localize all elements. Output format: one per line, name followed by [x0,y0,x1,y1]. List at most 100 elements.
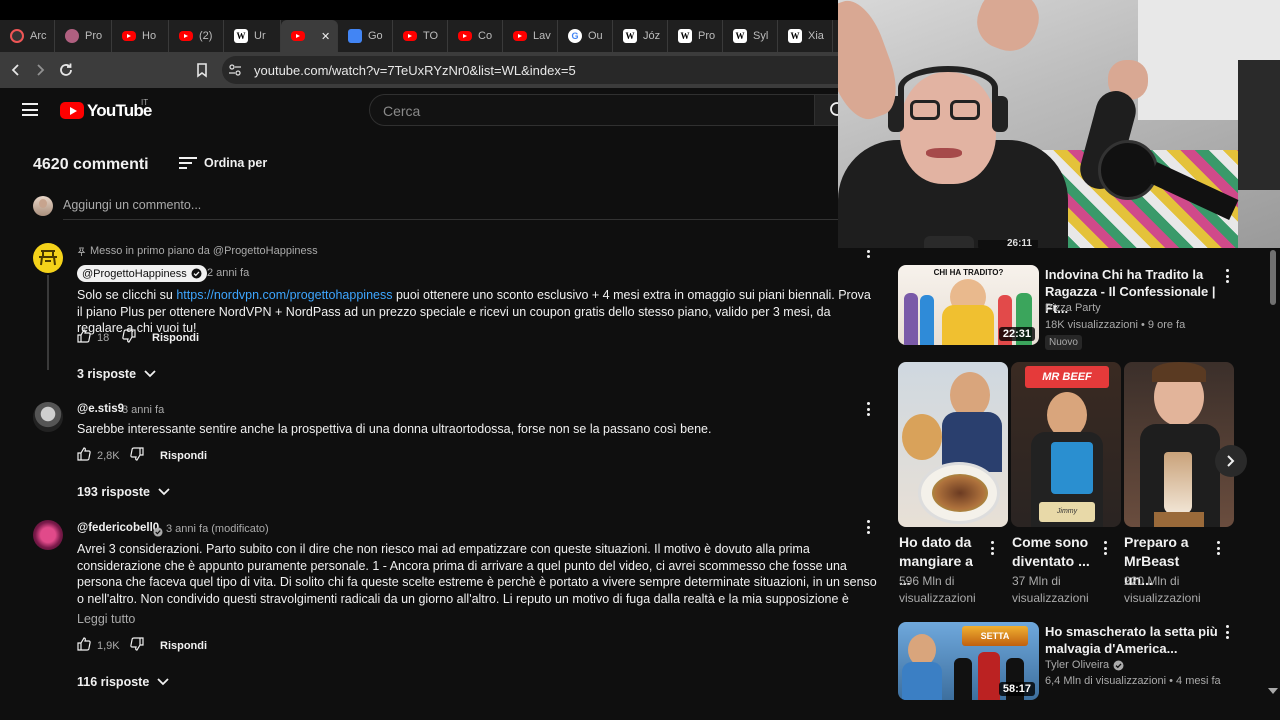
search-button[interactable] [815,94,844,126]
hamburger-menu-icon[interactable] [22,103,38,116]
avatar[interactable] [33,243,63,273]
chevron-right-icon [1227,455,1235,467]
close-tab-icon[interactable]: ✕ [321,30,330,43]
thumbnail-caption: SETTA [962,626,1028,646]
search-input[interactable] [369,94,815,126]
short-menu-icon[interactable] [1103,541,1107,555]
add-comment-input[interactable]: Aggiungi un commento... [63,198,201,212]
comment-time[interactable]: 3 anni fa [122,404,164,416]
browser-tab[interactable]: Pro [55,20,112,52]
forward-icon[interactable] [30,60,50,80]
sponsor-link[interactable]: https://nordvpn.com/progettohappiness [176,288,392,302]
tab-label: Pro [85,30,103,42]
comment-menu-icon[interactable] [866,520,870,534]
channel-name[interactable]: Tyler Oliveira [1045,657,1124,673]
browser-tab[interactable]: W Xia [778,20,833,52]
short-thumbnail[interactable] [898,362,1008,527]
dislike-icon[interactable] [130,637,144,654]
browser-tab[interactable]: Go [338,20,393,52]
short-views: 37 Mln di visualizzazioni [1012,574,1089,605]
window-top-strip [0,0,840,20]
tab-label: Józ [643,30,661,42]
wikipedia-favicon-icon: W [678,29,692,43]
short-views: 220 Mln di visualizzazioni [1124,574,1201,605]
read-more-link[interactable]: Leggi tutto [77,612,135,626]
thumbnail-label: Jimmy [1039,502,1095,522]
tab-label: Pro [698,30,716,42]
sort-button[interactable]: Ordina per [204,156,267,170]
chevron-down-icon [157,678,169,686]
sort-icon[interactable] [179,157,197,169]
browser-tab[interactable]: TO [393,20,448,52]
webcam-overlay [838,0,1280,248]
dislike-icon[interactable] [130,447,144,464]
user-avatar [33,196,53,216]
add-comment-underline [63,219,840,220]
comment-text: Avrei 3 considerazioni. Parto subito con… [77,542,877,606]
bookmark-icon[interactable] [192,60,212,80]
video-menu-icon[interactable] [1225,625,1229,639]
pin-icon [77,246,86,256]
youtube-logo-icon[interactable] [60,102,84,119]
comment-time[interactable]: 3 anni fa (modificato) [166,523,269,535]
browser-tab[interactable]: G Ou [558,20,613,52]
site-info-icon[interactable] [225,60,245,80]
tab-label: Ur [254,30,266,42]
comment-menu-icon[interactable] [866,402,870,416]
video-thumbnail[interactable]: SETTA 58:17 [898,622,1039,700]
comment-time[interactable]: 2 anni fa [207,267,249,279]
channel-name[interactable]: Pizza Party [1045,300,1101,316]
replies-toggle[interactable]: 116 risposte [77,675,169,689]
youtube-favicon-icon [122,31,136,41]
avatar[interactable] [33,402,63,432]
video-title[interactable]: Ho smascherato la setta più malvagia d'A… [1045,623,1220,657]
replies-toggle[interactable]: 3 risposte [77,367,156,381]
scroll-down-arrow-icon[interactable] [1268,688,1278,694]
reply-button[interactable]: Rispondi [152,332,199,344]
video-thumbnail[interactable]: CHI HA TRADITO? 22:31 [898,265,1039,345]
comment-actions: 2,8K Rispondi [77,447,207,464]
video-duration: 22:31 [998,327,1035,341]
browser-tab[interactable]: Ho [112,20,169,52]
short-views: 596 Mln di visualizzazioni [899,574,976,605]
browser-tab[interactable]: (2) [169,20,224,52]
short-thumbnail[interactable] [1124,362,1234,527]
comment-author[interactable]: @e.stis9 [77,403,124,415]
short-menu-icon[interactable] [990,541,994,555]
wikipedia-favicon-icon: W [623,29,637,43]
short-menu-icon[interactable] [1216,541,1220,555]
browser-tab[interactable]: W Pro [668,20,723,52]
like-icon[interactable] [77,447,91,464]
comment-author[interactable]: @federicobell0 [77,522,159,534]
thumbnail-sign: MR BEEF [1025,366,1109,388]
browser-tab[interactable]: Co [448,20,503,52]
browser-tab[interactable]: W Ur [224,20,281,52]
like-icon[interactable] [77,637,91,654]
browser-tab[interactable]: Lav [503,20,558,52]
youtube-favicon-icon [179,31,193,41]
wikipedia-favicon-icon: W [788,29,802,43]
region-code: IT [141,98,149,107]
browser-tab[interactable]: W Syl [723,20,778,52]
browser-tab[interactable]: ✕ [281,20,338,52]
avatar[interactable] [33,520,63,550]
video-stats: 18K visualizzazioni • 9 ore fa [1045,319,1186,331]
reply-button[interactable]: Rispondi [160,450,207,462]
comment-count: 4620 commenti [33,156,149,173]
scrollbar-thumb[interactable] [1270,250,1276,305]
browser-tab[interactable]: Arc [0,20,55,52]
docs-favicon-icon [348,29,362,43]
short-title[interactable]: Come sono diventato ... [1012,533,1097,571]
replies-toggle[interactable]: 193 risposte [77,485,170,499]
creator-handle-badge[interactable]: @ProgettoHappiness [77,265,207,282]
back-icon[interactable] [6,60,26,80]
like-icon[interactable] [77,329,91,346]
reload-icon[interactable] [56,60,76,80]
search-placeholder: Cerca [383,103,421,119]
browser-tab[interactable]: W Józ [613,20,668,52]
shorts-next-button[interactable] [1215,445,1247,477]
video-menu-icon[interactable] [1225,269,1229,283]
reply-button[interactable]: Rispondi [160,640,207,652]
short-thumbnail[interactable]: MR BEEF Jimmy [1011,362,1121,527]
dislike-icon[interactable] [122,329,136,346]
